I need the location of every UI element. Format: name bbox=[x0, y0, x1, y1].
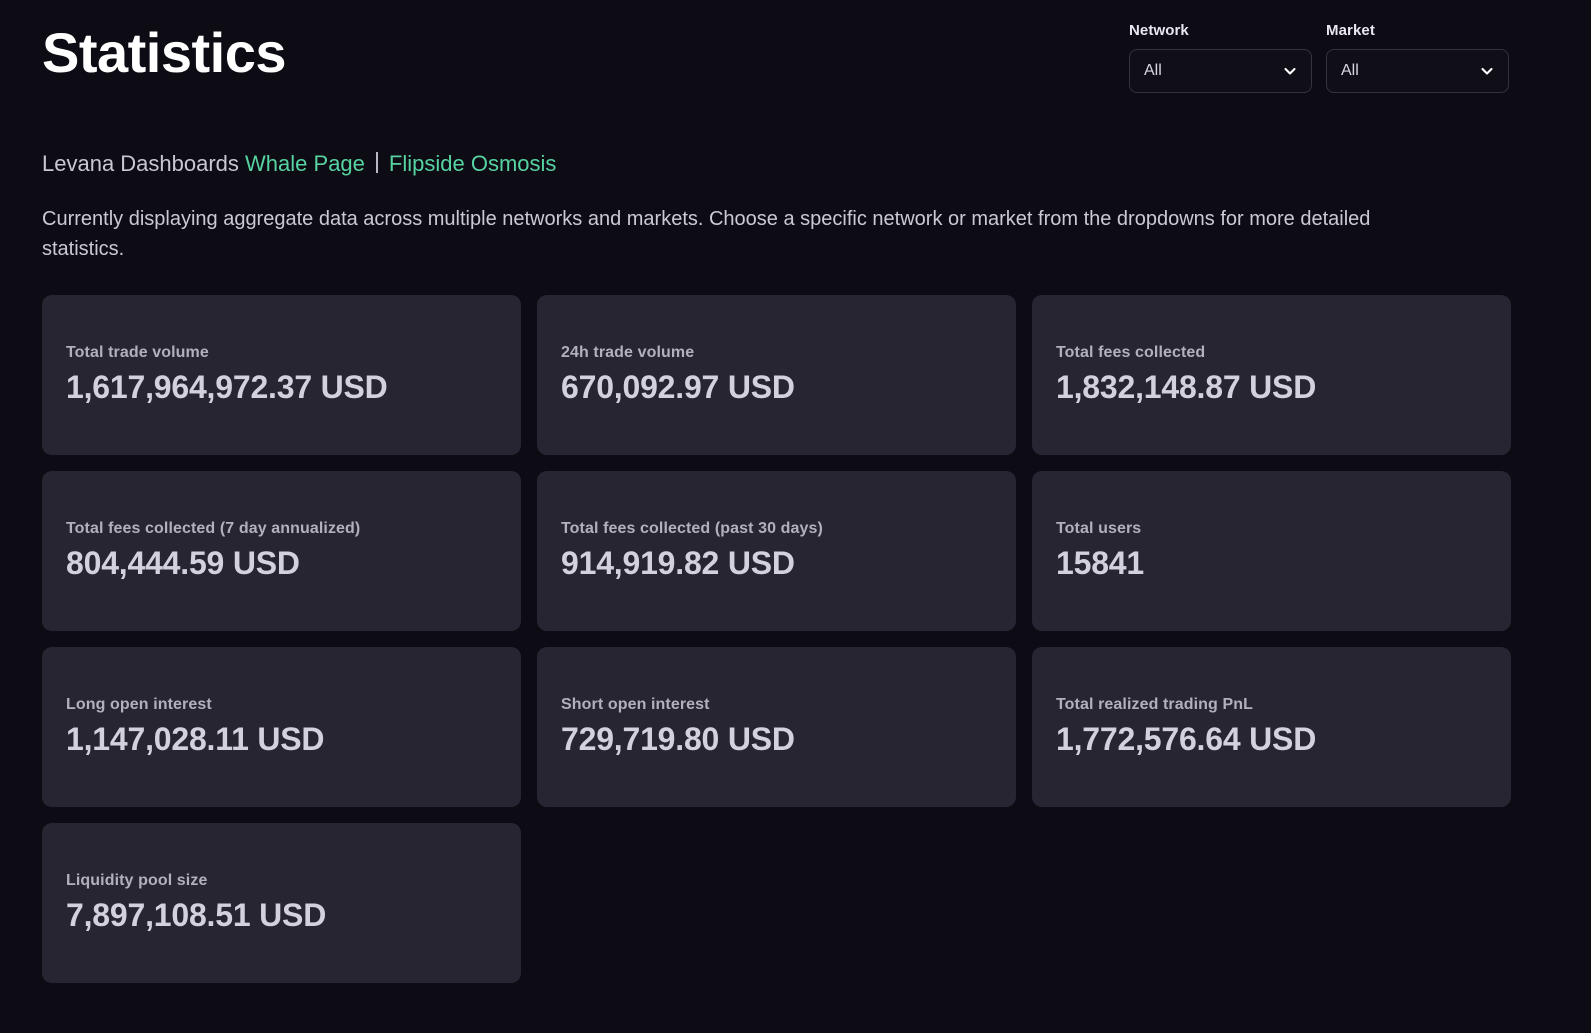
stat-value: 7,897,108.51 USD bbox=[66, 897, 497, 934]
network-select-value: All bbox=[1144, 62, 1162, 80]
flipside-osmosis-link[interactable]: Flipside Osmosis bbox=[389, 150, 556, 178]
stat-value: 670,092.97 USD bbox=[561, 369, 992, 406]
page-description: Currently displaying aggregate data acro… bbox=[42, 204, 1452, 264]
stat-card: Total fees collected (7 day annualized) … bbox=[42, 471, 521, 631]
stat-card: Short open interest 729,719.80 USD bbox=[537, 647, 1016, 807]
breadcrumb: Levana Dashboards Whale Page Flipside Os… bbox=[42, 150, 1549, 178]
stat-label: Total trade volume bbox=[66, 344, 497, 362]
stat-value: 1,617,964,972.37 USD bbox=[66, 369, 497, 406]
page-header: Statistics Network All Market All bbox=[42, 0, 1549, 120]
filters-bar: Network All Market All bbox=[1129, 22, 1509, 93]
stat-label: Total fees collected bbox=[1056, 344, 1487, 362]
stats-grid: Total trade volume 1,617,964,972.37 USD … bbox=[42, 295, 1549, 983]
stat-value: 1,772,576.64 USD bbox=[1056, 721, 1487, 758]
stat-value: 729,719.80 USD bbox=[561, 721, 992, 758]
market-select[interactable]: All bbox=[1326, 49, 1509, 93]
stat-card: Total users 15841 bbox=[1032, 471, 1511, 631]
statistics-page: Statistics Network All Market All bbox=[0, 0, 1591, 1033]
breadcrumb-separator bbox=[376, 152, 378, 173]
stat-label: Total fees collected (7 day annualized) bbox=[66, 520, 497, 538]
chevron-down-icon bbox=[1282, 63, 1298, 79]
market-filter-label: Market bbox=[1326, 22, 1509, 39]
stat-label: Liquidity pool size bbox=[66, 872, 497, 890]
stat-card: Total trade volume 1,617,964,972.37 USD bbox=[42, 295, 521, 455]
stat-label: Long open interest bbox=[66, 696, 497, 714]
stat-value: 914,919.82 USD bbox=[561, 545, 992, 582]
stat-card: Long open interest 1,147,028.11 USD bbox=[42, 647, 521, 807]
stat-label: Total realized trading PnL bbox=[1056, 696, 1487, 714]
chevron-down-icon bbox=[1479, 63, 1495, 79]
network-filter-label: Network bbox=[1129, 22, 1312, 39]
page-title: Statistics bbox=[42, 22, 286, 84]
stat-label: Total users bbox=[1056, 520, 1487, 538]
stat-card: Total fees collected 1,832,148.87 USD bbox=[1032, 295, 1511, 455]
network-filter-group: Network All bbox=[1129, 22, 1312, 93]
stat-label: 24h trade volume bbox=[561, 344, 992, 362]
stat-value: 1,832,148.87 USD bbox=[1056, 369, 1487, 406]
stat-card: Total realized trading PnL 1,772,576.64 … bbox=[1032, 647, 1511, 807]
stat-card: 24h trade volume 670,092.97 USD bbox=[537, 295, 1016, 455]
whale-page-link[interactable]: Whale Page bbox=[245, 150, 365, 178]
market-filter-group: Market All bbox=[1326, 22, 1509, 93]
stat-value: 1,147,028.11 USD bbox=[66, 721, 497, 758]
breadcrumb-prefix: Levana Dashboards bbox=[42, 150, 239, 178]
stat-value: 804,444.59 USD bbox=[66, 545, 497, 582]
network-select[interactable]: All bbox=[1129, 49, 1312, 93]
market-select-value: All bbox=[1341, 62, 1359, 80]
stat-card: Liquidity pool size 7,897,108.51 USD bbox=[42, 823, 521, 983]
stat-card: Total fees collected (past 30 days) 914,… bbox=[537, 471, 1016, 631]
stat-label: Total fees collected (past 30 days) bbox=[561, 520, 992, 538]
stat-label: Short open interest bbox=[561, 696, 992, 714]
stat-value: 15841 bbox=[1056, 545, 1487, 582]
